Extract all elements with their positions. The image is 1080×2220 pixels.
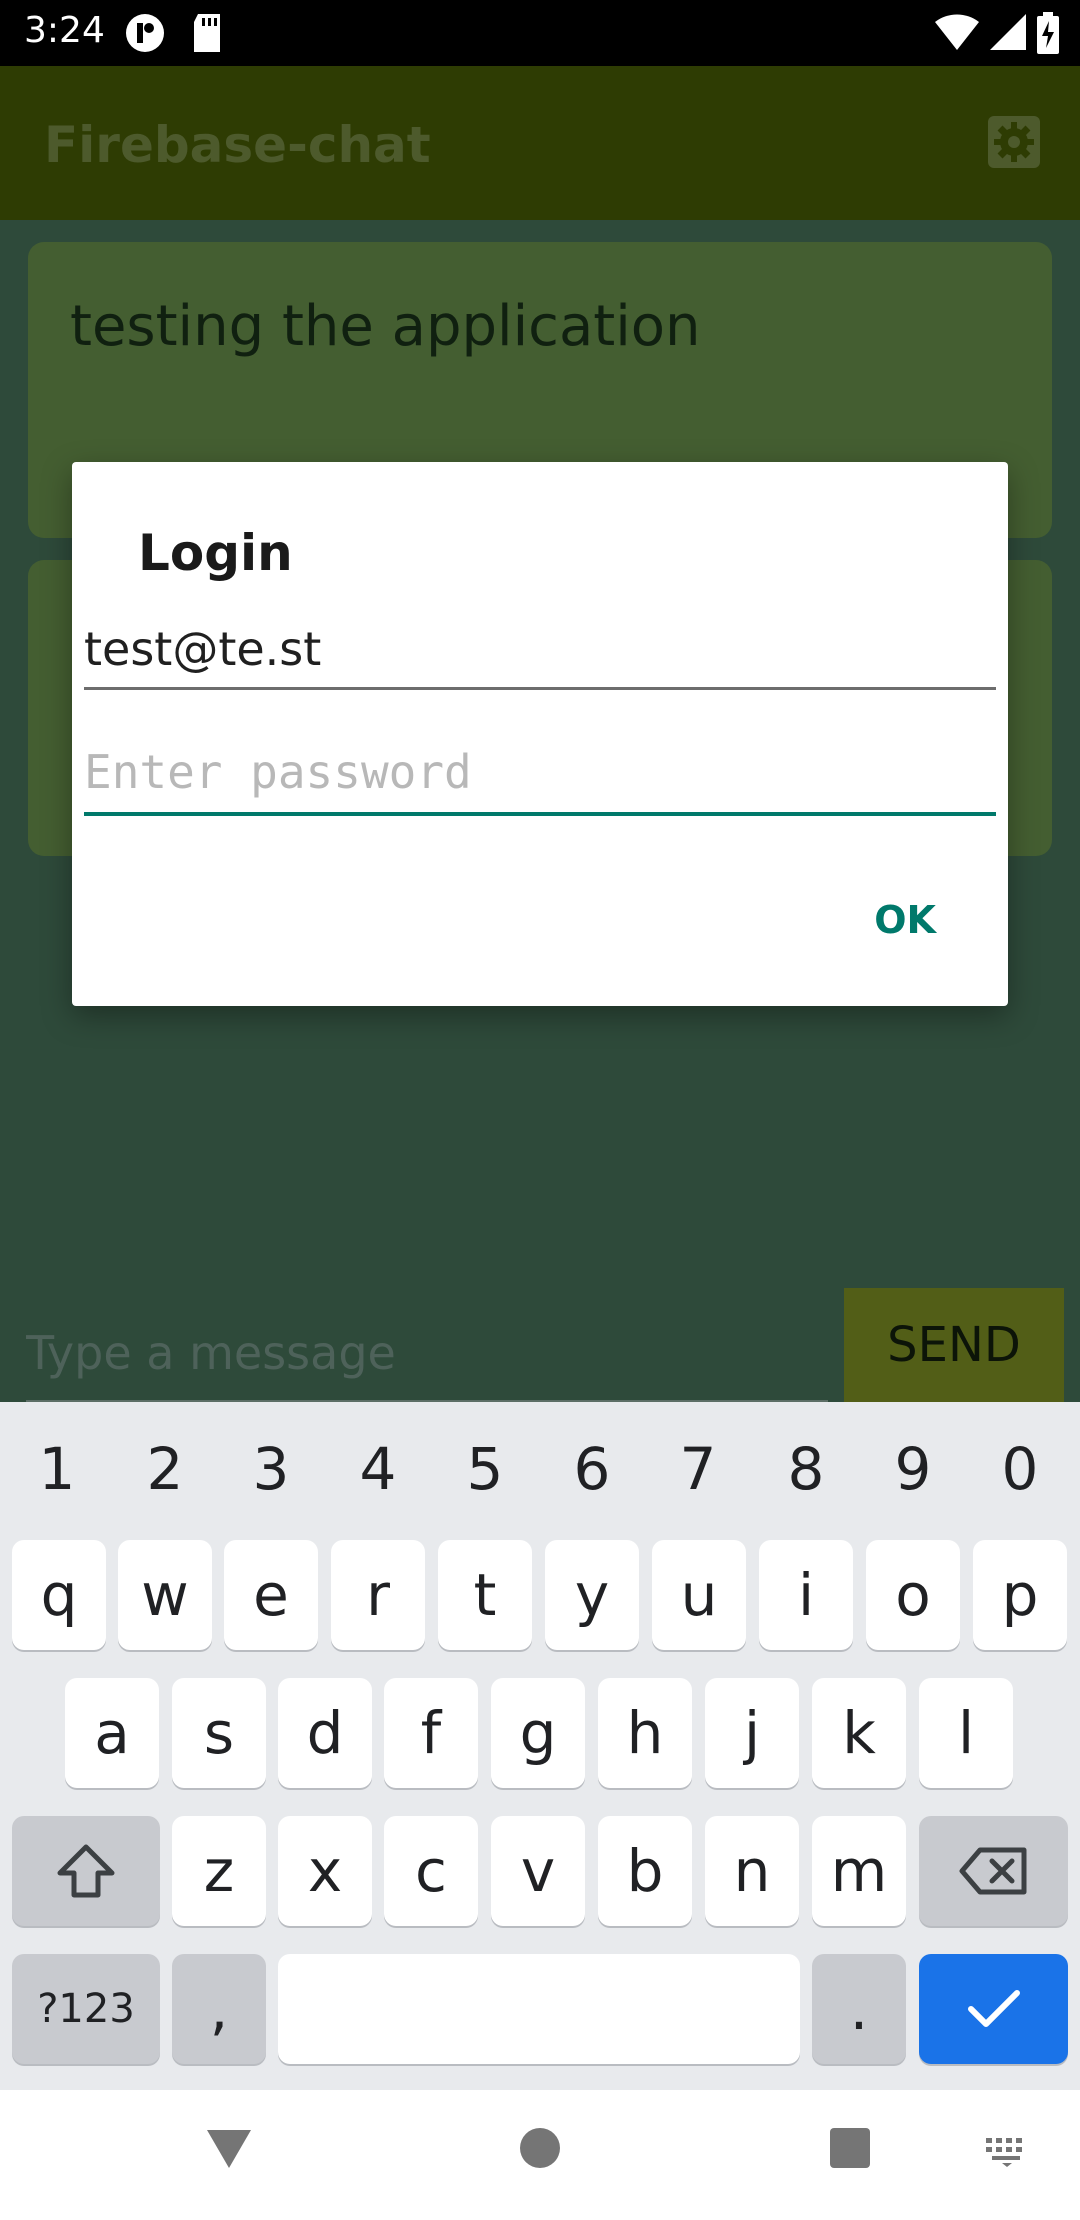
key-9[interactable]: 9 [860,1424,966,1514]
home-circle-icon [520,2128,560,2168]
keyboard-icon [986,2138,1022,2167]
key-0[interactable]: 0 [967,1424,1073,1514]
message-input[interactable] [26,1306,828,1402]
key-q[interactable]: q [12,1540,106,1650]
wifi-icon [934,12,980,57]
gear-icon [988,116,1040,168]
key-d[interactable]: d [278,1678,372,1788]
back-triangle-icon [207,2130,251,2168]
key-k[interactable]: k [812,1678,906,1788]
key-e[interactable]: e [224,1540,318,1650]
space-key[interactable] [278,1954,800,2064]
email-field[interactable] [84,610,996,690]
key-g[interactable]: g [491,1678,585,1788]
checkmark-icon [967,1990,1020,2027]
key-2[interactable]: 2 [112,1424,218,1514]
signal-icon [988,12,1028,57]
key-i[interactable]: i [759,1540,853,1650]
settings-button[interactable] [984,112,1044,172]
backspace-icon [959,1847,1026,1895]
status-time: 3:24 [24,10,105,51]
key-y[interactable]: y [545,1540,639,1650]
recents-square-icon [830,2128,870,2168]
key-s[interactable]: s [172,1678,266,1788]
enter-key[interactable] [919,1954,1068,2064]
app-bar: Firebase-chat [0,66,1080,220]
key-f[interactable]: f [384,1678,478,1788]
login-dialog: Login OK [72,462,1008,1006]
keyboard-switch-button[interactable] [984,2136,1030,2173]
comma-key[interactable]: , [172,1954,266,2064]
notification-icon [124,12,166,59]
battery-icon [1036,12,1060,59]
shift-icon [57,1844,115,1898]
back-button[interactable] [204,2126,254,2177]
message-text: testing the application [70,294,701,359]
key-j[interactable]: j [705,1678,799,1788]
key-a[interactable]: a [65,1678,159,1788]
key-4[interactable]: 4 [325,1424,431,1514]
password-field[interactable] [84,732,996,816]
key-v[interactable]: v [491,1816,585,1926]
key-h[interactable]: h [598,1678,692,1788]
home-button[interactable] [518,2126,562,2175]
send-button[interactable]: SEND [844,1288,1064,1402]
soft-keyboard: 1 2 3 4 5 6 7 8 9 0 q w e r t y u i o p … [0,1402,1080,2090]
app-title: Firebase-chat [44,116,431,174]
key-7[interactable]: 7 [645,1424,751,1514]
key-b[interactable]: b [598,1816,692,1926]
key-m[interactable]: m [812,1816,906,1926]
period-key[interactable]: . [812,1954,906,2064]
key-t[interactable]: t [438,1540,532,1650]
key-6[interactable]: 6 [539,1424,645,1514]
navigation-bar [0,2090,1080,2220]
dialog-title: Login [138,524,293,582]
key-z[interactable]: z [172,1816,266,1926]
shift-key[interactable] [12,1816,160,1926]
key-u[interactable]: u [652,1540,746,1650]
key-c[interactable]: c [384,1816,478,1926]
backspace-key[interactable] [919,1816,1068,1926]
key-x[interactable]: x [278,1816,372,1926]
status-bar: 3:24 [0,0,1080,66]
number-row: 1 2 3 4 5 6 7 8 9 0 [0,1424,1080,1514]
symbols-key[interactable]: ?123 [12,1954,160,2064]
key-o[interactable]: o [866,1540,960,1650]
sd-card-icon [190,12,224,59]
key-l[interactable]: l [919,1678,1013,1788]
key-n[interactable]: n [705,1816,799,1926]
key-r[interactable]: r [331,1540,425,1650]
key-w[interactable]: w [118,1540,212,1650]
key-5[interactable]: 5 [432,1424,538,1514]
key-1[interactable]: 1 [4,1424,110,1514]
key-8[interactable]: 8 [753,1424,859,1514]
key-3[interactable]: 3 [218,1424,324,1514]
ok-button[interactable]: OK [874,898,936,942]
recents-button[interactable] [828,2126,872,2175]
key-p[interactable]: p [973,1540,1067,1650]
